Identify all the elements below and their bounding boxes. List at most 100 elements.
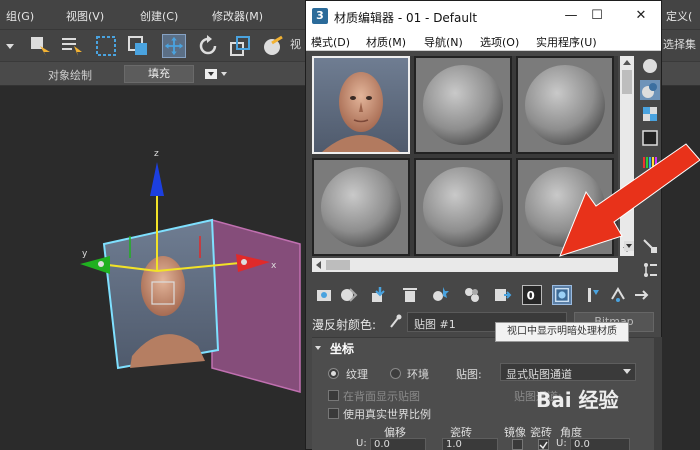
slots-vertical-scrollbar[interactable]	[620, 56, 634, 256]
show-end-result-icon[interactable]	[582, 285, 602, 305]
sphere-preview	[416, 58, 510, 152]
tile-u-checkbox[interactable]	[538, 439, 549, 450]
menu-material[interactable]: 材质(M)	[366, 34, 406, 50]
tooltip: 视口中显示明暗处理材质	[495, 322, 629, 342]
slots-horizontal-scrollbar[interactable]	[312, 258, 618, 272]
toolbar-grip-icon	[6, 44, 14, 49]
sphere-preview	[314, 160, 408, 254]
ribbon-object-paint[interactable]: 对象绘制	[48, 67, 92, 83]
delete-icon[interactable]	[400, 285, 420, 305]
move-icon[interactable]	[162, 34, 186, 58]
mapping-select-value: 显式贴图通道	[506, 368, 572, 381]
sample-type-icon[interactable]	[640, 56, 660, 76]
menu-navigation[interactable]: 导航(N)	[424, 34, 463, 50]
make-material-copy-icon[interactable]	[462, 285, 482, 305]
show-map-on-back-checkbox[interactable]	[328, 390, 339, 401]
sphere-preview	[416, 160, 510, 254]
select-by-name-icon[interactable]	[60, 34, 84, 58]
sample-slots	[312, 56, 618, 256]
z-axis-arrow	[150, 162, 164, 196]
rollout-collapse-icon[interactable]	[314, 344, 322, 352]
menu-mode[interactable]: 模式(D)	[311, 34, 350, 50]
go-forward-sibling-icon[interactable]	[632, 285, 652, 305]
sphere-preview	[518, 58, 612, 152]
real-world-scale-label: 使用真实世界比例	[343, 408, 431, 421]
viewport-dropdown[interactable]: 视	[290, 36, 301, 52]
map-name-value: 贴图 #1	[414, 318, 456, 331]
tiling-u-spinner[interactable]: 1.0	[442, 438, 498, 450]
go-to-parent-icon[interactable]	[608, 285, 628, 305]
uv-tiling-icon[interactable]	[640, 128, 660, 148]
sphere-preview	[518, 160, 612, 254]
rect-selection-icon[interactable]	[94, 34, 118, 58]
sample-slot[interactable]	[414, 56, 512, 154]
sample-slot[interactable]	[516, 158, 614, 256]
menu-create[interactable]: 创建(C)	[140, 8, 178, 24]
put-to-library-icon[interactable]	[492, 285, 512, 305]
menu-customize[interactable]: 定义(	[666, 8, 692, 24]
make-unique-icon[interactable]	[430, 285, 450, 305]
assign-material-icon[interactable]	[368, 285, 388, 305]
svg-text:x: x	[271, 261, 277, 271]
real-world-scale-checkbox[interactable]	[328, 408, 339, 419]
show-shaded-material-icon[interactable]	[552, 285, 572, 305]
tile-header: 瓷砖	[530, 426, 552, 439]
side-toolbar	[640, 56, 662, 286]
video-color-check-icon[interactable]	[640, 152, 660, 172]
put-to-scene-icon[interactable]	[338, 285, 358, 305]
material-id-channel-icon[interactable]: 0	[522, 285, 542, 305]
offset-u-spinner[interactable]: 0.0	[370, 438, 426, 450]
sample-slot[interactable]	[516, 56, 614, 154]
selection-set-label[interactable]: 选择集	[663, 36, 696, 52]
mirror-u-checkbox[interactable]	[512, 439, 523, 450]
angle-u-value: 0.0	[574, 439, 590, 450]
viewport-scene: z x y	[80, 149, 301, 393]
eyedropper-icon[interactable]	[388, 314, 402, 330]
rotate-icon[interactable]	[196, 34, 220, 58]
menu-utilities[interactable]: 实用程序(U)	[536, 34, 597, 50]
get-material-icon[interactable]	[314, 285, 334, 305]
minimize-icon[interactable]: —	[562, 7, 580, 25]
tiling-u-value: 1.0	[446, 439, 462, 450]
rollout-title[interactable]: 坐标	[330, 340, 354, 357]
environment-label: 环境	[407, 368, 429, 381]
ribbon-dropdown-icon[interactable]	[204, 67, 228, 81]
face-material-preview	[314, 58, 408, 152]
background-icon[interactable]	[640, 104, 660, 124]
texture-label: 纹理	[346, 368, 368, 381]
ribbon-tab-populate[interactable]: 填充	[124, 65, 194, 83]
sample-slot[interactable]	[414, 158, 512, 256]
placement-icon[interactable]	[260, 34, 284, 58]
angle-u-spinner[interactable]: 0.0	[570, 438, 630, 450]
bottom-toolbar: 0	[312, 283, 652, 307]
offset-u-value: 0.0	[374, 439, 390, 450]
select-object-icon[interactable]	[28, 34, 52, 58]
menu-modifiers[interactable]: 修改器(M)	[212, 8, 263, 24]
material-editor-menubar: 模式(D) 材质(M) 导航(N) 选项(O) 实用程序(U)	[306, 31, 661, 51]
chevron-down-icon[interactable]	[624, 241, 634, 251]
back-plane	[211, 219, 301, 393]
u-angle-label: U:	[556, 438, 567, 449]
material-editor-app-icon: 3	[312, 8, 328, 24]
menu-options[interactable]: 选项(O)	[480, 34, 519, 50]
close-icon[interactable]: ✕	[632, 7, 650, 25]
menu-group[interactable]: 组(G)	[6, 8, 34, 24]
maximize-icon[interactable]: ☐	[588, 7, 606, 25]
sample-slot[interactable]	[312, 158, 410, 256]
window-crossing-icon[interactable]	[126, 34, 150, 58]
material-editor-titlebar[interactable]: 3 材质编辑器 - 01 - Default — ☐ ✕	[306, 1, 661, 31]
menu-view[interactable]: 视图(V)	[66, 8, 104, 24]
texture-radio[interactable]	[328, 368, 339, 379]
scale-icon[interactable]	[228, 34, 252, 58]
svg-text:0: 0	[527, 289, 535, 303]
environment-radio[interactable]	[390, 368, 401, 379]
svg-text:y: y	[82, 249, 88, 259]
material-editor-window: 3 材质编辑器 - 01 - Default — ☐ ✕ 模式(D) 材质(M)…	[305, 0, 662, 450]
backlight-icon[interactable]	[640, 80, 660, 100]
sample-slot-active[interactable]	[312, 56, 410, 154]
pick-material-icon[interactable]	[640, 236, 660, 256]
mirror-header: 镜像	[504, 426, 526, 439]
mapping-select[interactable]: 显式贴图通道	[500, 363, 636, 381]
options-list-icon[interactable]	[640, 260, 660, 280]
chevron-down-icon	[623, 369, 631, 374]
